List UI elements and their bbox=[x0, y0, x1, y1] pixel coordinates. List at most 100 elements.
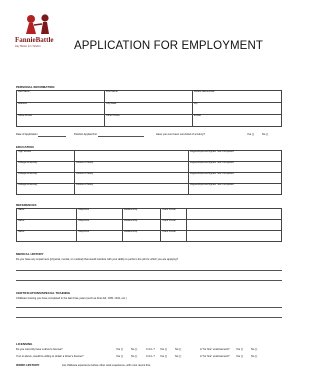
college-label: College/University bbox=[18, 172, 38, 176]
medical-answer-line-1[interactable] bbox=[16, 270, 282, 271]
education-row-4-course[interactable]: Course of Study bbox=[74, 183, 189, 195]
logo-tagline: Day Homes for Children bbox=[15, 45, 41, 48]
course-label: Course of Study bbox=[76, 161, 94, 165]
personal-table: Last Name First Name Middle Name/Initial… bbox=[16, 90, 282, 127]
endorse-2-label: A "for hire" endorsement? bbox=[200, 355, 230, 358]
telephone-label: Telephone bbox=[78, 230, 90, 234]
cdl-1-yes-checkbox[interactable]: Yes [ ] bbox=[160, 348, 167, 351]
reference-3-phone[interactable]: Telephone bbox=[76, 230, 123, 242]
name-label: Name bbox=[18, 230, 25, 234]
reference-3-extra[interactable] bbox=[186, 230, 282, 242]
education-row-4-degree[interactable]: Degree/Diploma/Highest Year Completed bbox=[188, 183, 282, 195]
certifications-question: Childcare training you have completed in… bbox=[16, 297, 127, 300]
reference-1-relationship[interactable]: Relationship bbox=[122, 208, 161, 220]
name-label: Name bbox=[18, 219, 25, 223]
endorse-2-yes-checkbox[interactable]: Yes [ ] bbox=[236, 355, 243, 358]
years-known-label: Years Known bbox=[162, 208, 176, 212]
city-state-field[interactable]: City/State bbox=[104, 102, 193, 115]
telephone-label: Telephone bbox=[78, 219, 90, 223]
degree-label: Degree/Diploma/Highest Year Completed bbox=[190, 161, 234, 165]
high-school-label: High School bbox=[18, 150, 31, 154]
education-row-2-course[interactable]: Course of Study bbox=[74, 161, 189, 173]
education-table: High School Degree/Diploma/Highest Year … bbox=[16, 150, 282, 195]
reference-1-extra[interactable] bbox=[186, 208, 282, 220]
position-field[interactable] bbox=[98, 136, 144, 137]
reference-2-relationship[interactable]: Relationship bbox=[122, 219, 161, 231]
education-row-1-school[interactable]: High School bbox=[16, 150, 75, 162]
education-row-4-school[interactable]: College/University bbox=[16, 183, 75, 195]
reference-2-extra[interactable] bbox=[186, 219, 282, 231]
cdl-2-label: C.D.L.? bbox=[146, 355, 155, 358]
work-heading: WORK HISTORY bbox=[16, 363, 40, 367]
medical-answer-line-2[interactable] bbox=[16, 280, 282, 281]
certifications-answer-line-1[interactable] bbox=[16, 307, 282, 308]
reference-2-years[interactable]: Years Known bbox=[160, 219, 187, 231]
zip-label: Zip bbox=[194, 102, 198, 106]
home-phone-label: Home Phone bbox=[18, 114, 32, 118]
email-field[interactable]: E-Mail bbox=[192, 114, 282, 127]
cdl-2-no-checkbox[interactable]: No [ ] bbox=[175, 355, 181, 358]
reference-1-phone[interactable]: Telephone bbox=[76, 208, 123, 220]
reference-1-name[interactable]: Name bbox=[16, 208, 77, 220]
zip-field[interactable]: Zip bbox=[192, 102, 282, 115]
license-question-2: If no to above, would be willing to obta… bbox=[16, 355, 84, 358]
education-row-3-course[interactable]: Course of Study bbox=[74, 172, 189, 184]
date-field[interactable] bbox=[38, 136, 66, 137]
license-1-no-checkbox[interactable]: No [ ] bbox=[131, 348, 137, 351]
college-label: College/University bbox=[18, 183, 38, 187]
felony-no-checkbox[interactable]: No [ ] bbox=[262, 133, 268, 136]
license-2-yes-checkbox[interactable]: Yes [ ] bbox=[116, 355, 123, 358]
logo-name: FannieBattle bbox=[15, 36, 54, 44]
education-row-3-school[interactable]: College/University bbox=[16, 172, 75, 184]
endorse-2-no-checkbox[interactable]: No [ ] bbox=[251, 355, 257, 358]
address-field[interactable]: Address bbox=[16, 102, 105, 115]
felony-yes-checkbox[interactable]: Yes [ ] bbox=[247, 133, 254, 136]
certifications-answer-line-2[interactable] bbox=[16, 317, 282, 318]
education-row-3-degree[interactable]: Degree/Diploma/Highest Year Completed bbox=[188, 172, 282, 184]
education-heading: EDUCATION bbox=[16, 145, 34, 149]
years-known-label: Years Known bbox=[162, 219, 176, 223]
home-phone-field[interactable]: Home Phone bbox=[16, 114, 105, 127]
medical-question: Do you have any impairment (physical, me… bbox=[16, 258, 179, 261]
city-state-label: City/State bbox=[106, 102, 117, 106]
education-row-1-degree[interactable]: Degree/Diploma/Highest Year Completed bbox=[188, 150, 282, 162]
felony-label: Have you ever been convicted of a felony… bbox=[156, 133, 206, 136]
licensing-heading: LICENSING bbox=[16, 342, 33, 346]
education-row-2-school[interactable]: College/University bbox=[16, 161, 75, 173]
middle-name-field[interactable]: Middle Name/Initial bbox=[192, 90, 282, 103]
cdl-1-label: C.D.L.? bbox=[146, 348, 155, 351]
education-row-2-degree[interactable]: Degree/Diploma/Highest Year Completed bbox=[188, 161, 282, 173]
relationship-label: Relationship bbox=[124, 230, 138, 234]
last-name-field[interactable]: Last Name bbox=[16, 90, 105, 103]
education-row-1-course[interactable] bbox=[74, 150, 189, 162]
first-name-field[interactable]: First Name bbox=[104, 90, 193, 103]
email-label: E-Mail bbox=[194, 114, 201, 118]
reference-2-phone[interactable]: Telephone bbox=[76, 219, 123, 231]
cdl-1-no-checkbox[interactable]: No [ ] bbox=[175, 348, 181, 351]
reference-2-name[interactable]: Name bbox=[16, 219, 77, 231]
endorse-1-no-checkbox[interactable]: No [ ] bbox=[251, 348, 257, 351]
position-label: Position Applied For bbox=[74, 133, 98, 136]
college-label: College/University bbox=[18, 161, 38, 165]
other-phone-field[interactable]: Other Phone bbox=[104, 114, 193, 127]
license-2-no-checkbox[interactable]: No [ ] bbox=[131, 355, 137, 358]
logo-mark-icon bbox=[26, 14, 49, 34]
relationship-label: Relationship bbox=[124, 208, 138, 212]
middle-name-label: Middle Name/Initial bbox=[194, 90, 215, 94]
certifications-heading: CERTIFICATIONS/SPECIAL TRAINING bbox=[16, 291, 71, 295]
name-label: Name bbox=[18, 208, 25, 212]
degree-label: Degree/Diploma/Highest Year Completed bbox=[190, 172, 234, 176]
logo: FannieBattle Day Homes for Children bbox=[14, 10, 62, 52]
license-1-yes-checkbox[interactable]: Yes [ ] bbox=[116, 348, 123, 351]
reference-3-name[interactable]: Name bbox=[16, 230, 77, 242]
reference-1-years[interactable]: Years Known bbox=[160, 208, 187, 220]
course-label: Course of Study bbox=[76, 183, 94, 187]
reference-3-years[interactable]: Years Known bbox=[160, 230, 187, 242]
years-known-label: Years Known bbox=[162, 230, 176, 234]
cdl-2-yes-checkbox[interactable]: Yes [ ] bbox=[160, 355, 167, 358]
endorse-1-yes-checkbox[interactable]: Yes [ ] bbox=[236, 348, 243, 351]
medical-heading: MEDICAL HISTORY bbox=[16, 252, 44, 256]
personal-heading: PERSONAL INFORMATION bbox=[16, 85, 55, 89]
reference-3-relationship[interactable]: Relationship bbox=[122, 230, 161, 242]
telephone-label: Telephone bbox=[78, 208, 90, 212]
